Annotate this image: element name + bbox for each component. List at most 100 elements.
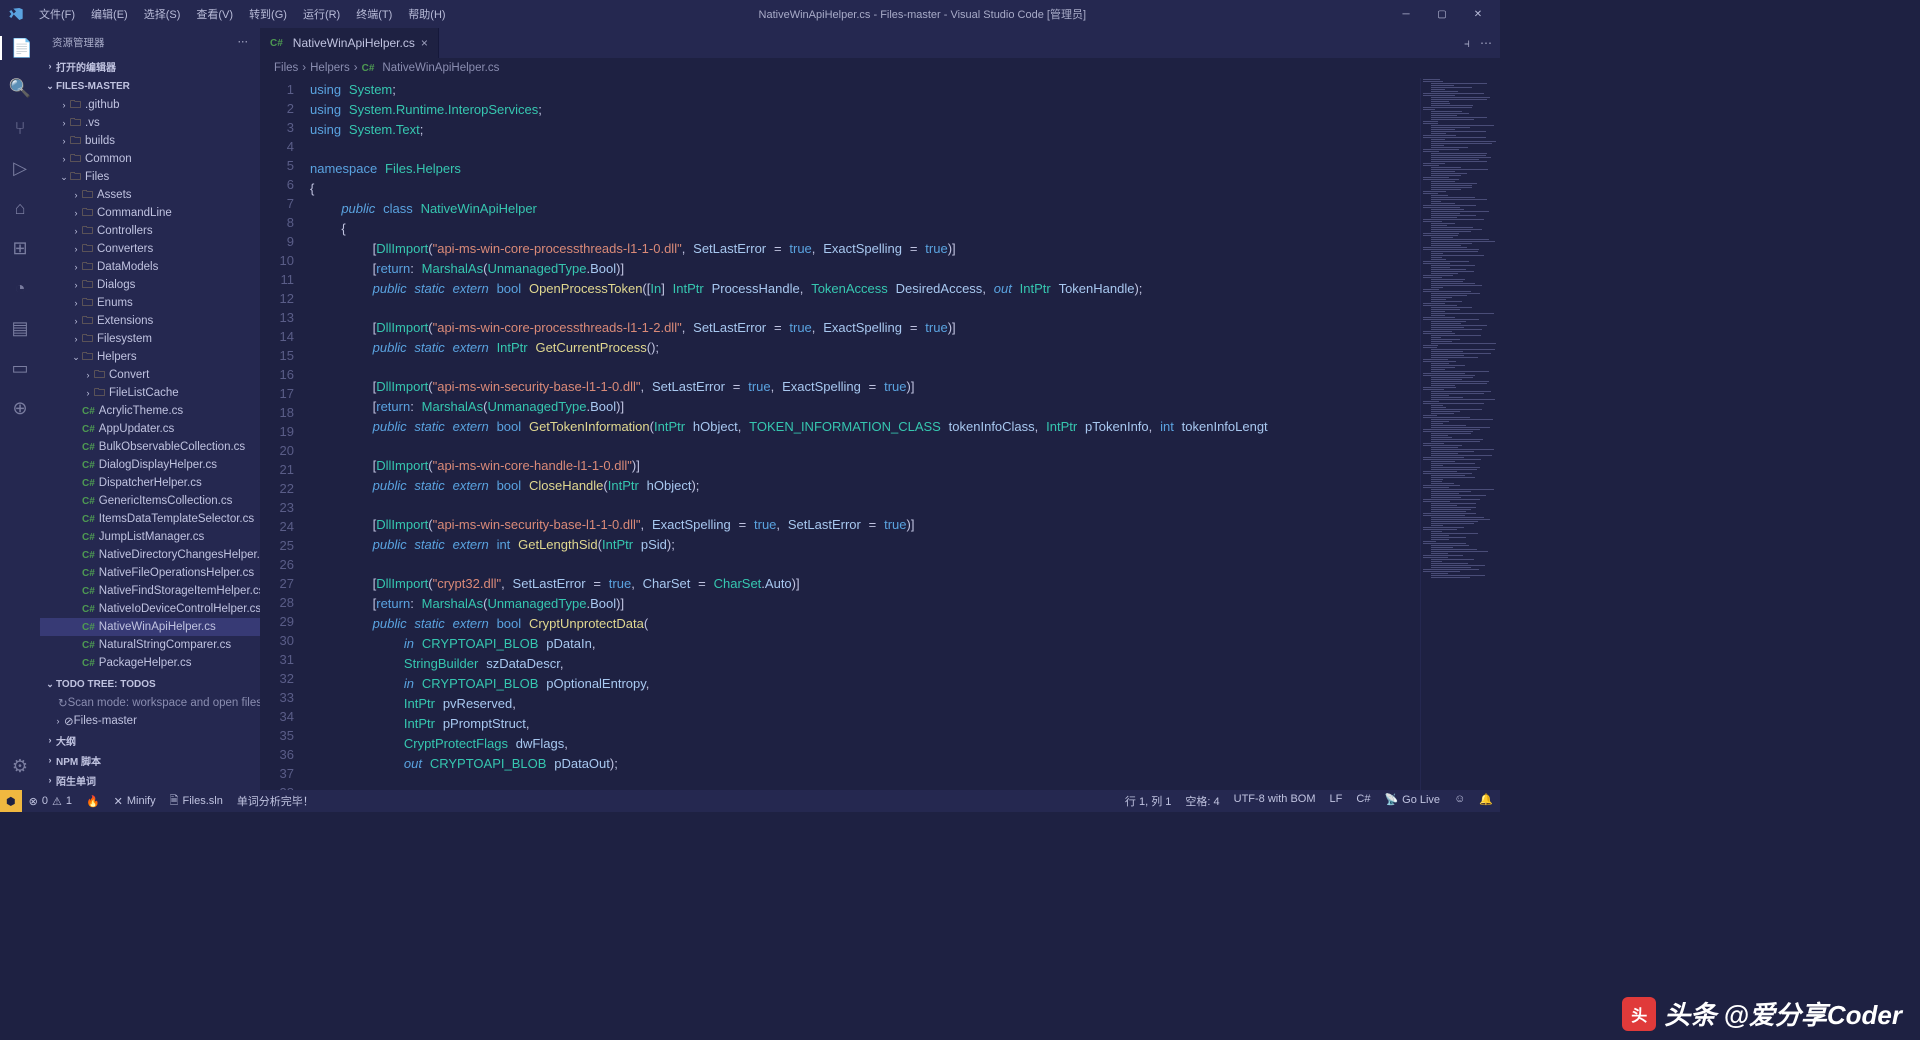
menu-bar: 文件(F)编辑(E)选择(S)查看(V)转到(G)运行(R)终端(T)帮助(H) xyxy=(32,3,453,25)
menu-item[interactable]: 运行(R) xyxy=(296,3,347,25)
folder-item[interactable]: ⌄🗀Files xyxy=(40,168,260,186)
npm-section[interactable]: ›NPM 脚本 xyxy=(40,750,260,770)
status-sln[interactable]: 🗎 Files.sln xyxy=(163,790,230,812)
file-item[interactable]: C#NaturalStringComparer.cs xyxy=(40,636,260,654)
open-editors-section[interactable]: ›打开的编辑器 xyxy=(40,56,260,76)
run-debug-icon[interactable]: ▷ xyxy=(8,156,32,180)
line-numbers: 1234567891011121314151617181920212223242… xyxy=(260,78,310,790)
menu-item[interactable]: 终端(T) xyxy=(349,3,399,25)
explorer-icon[interactable]: 📄 xyxy=(0,36,40,60)
breadcrumb[interactable]: Files › Helpers › C# NativeWinApiHelper.… xyxy=(260,58,1500,78)
test-icon[interactable]: ◔ xyxy=(8,276,32,300)
more-actions-icon[interactable]: ⋯ xyxy=(1480,36,1492,50)
menu-item[interactable]: 选择(S) xyxy=(137,3,188,25)
status-flame[interactable]: 🔥 xyxy=(79,790,107,812)
remote-icon[interactable]: ⌂ xyxy=(8,196,32,220)
minimap[interactable] xyxy=(1420,78,1500,790)
status-language[interactable]: C# xyxy=(1349,793,1377,805)
file-tree: ›🗀.github›🗀.vs›🗀builds›🗀Common⌄🗀Files›🗀A… xyxy=(40,96,260,674)
editor-icon[interactable]: ▤ xyxy=(8,316,32,340)
file-item[interactable]: C#DispatcherHelper.cs xyxy=(40,474,260,492)
vscode-icon xyxy=(8,6,24,22)
folder-item[interactable]: ›🗀Filesystem xyxy=(40,330,260,348)
editor-area: C# NativeWinApiHelper.cs × ⫞ ⋯ Files › H… xyxy=(260,28,1500,790)
status-bell-icon[interactable]: 🔔 xyxy=(1472,793,1500,806)
file-item[interactable]: C#ItemsDataTemplateSelector.cs xyxy=(40,510,260,528)
tab-close-icon[interactable]: × xyxy=(421,36,428,50)
status-spaces[interactable]: 空格: 4 xyxy=(1178,793,1226,809)
folder-item[interactable]: ›🗀FileListCache xyxy=(40,384,260,402)
status-minify[interactable]: ✕ Minify xyxy=(107,790,163,812)
menu-item[interactable]: 编辑(E) xyxy=(84,3,135,25)
minimize-button[interactable]: ─ xyxy=(1392,4,1420,24)
folder-item[interactable]: ›🗀CommandLine xyxy=(40,204,260,222)
tab-label: NativeWinApiHelper.cs xyxy=(293,36,415,50)
file-item[interactable]: C#GenericItemsCollection.cs xyxy=(40,492,260,510)
menu-item[interactable]: 查看(V) xyxy=(189,3,240,25)
menu-item[interactable]: 转到(G) xyxy=(242,3,294,25)
folder-item[interactable]: ›🗀Enums xyxy=(40,294,260,312)
folder-item[interactable]: ›🗀Controllers xyxy=(40,222,260,240)
file-item[interactable]: C#NativeWinApiHelper.cs xyxy=(40,618,260,636)
folder-item[interactable]: ›🗀Convert xyxy=(40,366,260,384)
file-item[interactable]: C#NativeFindStorageItemHelper.cs xyxy=(40,582,260,600)
activity-bar: 📄 🔍 ⑂ ▷ ⌂ ⊞ ◔ ▤ ▭ ⊕ ⚙ xyxy=(0,28,40,790)
file-item[interactable]: C#AppUpdater.cs xyxy=(40,420,260,438)
file-item[interactable]: C#AcrylicTheme.cs xyxy=(40,402,260,420)
menu-item[interactable]: 文件(F) xyxy=(32,3,82,25)
todo-files-master[interactable]: ›⊘ Files-master xyxy=(40,712,260,730)
file-item[interactable]: C#JumpListManager.cs xyxy=(40,528,260,546)
folder-item[interactable]: ›🗀Converters xyxy=(40,240,260,258)
status-eol[interactable]: LF xyxy=(1323,793,1350,805)
folder-item[interactable]: ⌄🗀Helpers xyxy=(40,348,260,366)
file-item[interactable]: C#NativeIoDeviceControlHelper.cs xyxy=(40,600,260,618)
code-content[interactable]: using System; using System.Runtime.Inter… xyxy=(310,78,1420,790)
watermark-logo: 头 xyxy=(1622,997,1656,1031)
file-item[interactable]: C#NativeDirectoryChangesHelper.cs xyxy=(40,546,260,564)
split-editor-icon[interactable]: ⫞ xyxy=(1464,36,1470,51)
source-control-icon[interactable]: ⑂ xyxy=(8,116,32,140)
outline-section[interactable]: ›大纲 xyxy=(40,730,260,750)
status-golive[interactable]: 📡 Go Live xyxy=(1377,793,1447,806)
status-encoding[interactable]: UTF-8 with BOM xyxy=(1227,793,1323,805)
status-feedback-icon[interactable]: ☺ xyxy=(1447,793,1472,805)
window-controls: ─ ▢ ✕ xyxy=(1392,4,1492,24)
tab-nativewinapihelper[interactable]: C# NativeWinApiHelper.cs × xyxy=(260,28,439,58)
code-editor[interactable]: 1234567891011121314151617181920212223242… xyxy=(260,78,1500,790)
status-python[interactable]: ⬢ xyxy=(0,790,22,812)
scan-mode[interactable]: ↻ Scan mode: workspace and open files xyxy=(40,694,260,712)
book-icon[interactable]: ▭ xyxy=(8,356,32,380)
extensions-icon[interactable]: ⊞ xyxy=(8,236,32,260)
search-icon[interactable]: 🔍 xyxy=(8,76,32,100)
folder-item[interactable]: ›🗀DataModels xyxy=(40,258,260,276)
file-item[interactable]: C#BulkObservableCollection.cs xyxy=(40,438,260,456)
folder-item[interactable]: ›🗀.vs xyxy=(40,114,260,132)
file-item[interactable]: C#NativeFileOperationsHelper.cs xyxy=(40,564,260,582)
settings-icon[interactable]: ⚙ xyxy=(8,754,32,778)
status-problems[interactable]: ⊗ 0 ⚠ 1 xyxy=(22,790,79,812)
folder-item[interactable]: ›🗀Extensions xyxy=(40,312,260,330)
file-item[interactable]: C#PackageHelper.cs xyxy=(40,654,260,672)
todo-section[interactable]: ⌄TODO TREE: TODOS xyxy=(40,674,260,694)
folder-item[interactable]: ›🗀Dialogs xyxy=(40,276,260,294)
project-section[interactable]: ⌄FILES-MASTER xyxy=(40,76,260,96)
status-analysis[interactable]: 单词分析完毕！ xyxy=(230,790,321,812)
folder-item[interactable]: ›🗀.github xyxy=(40,96,260,114)
menu-item[interactable]: 帮助(H) xyxy=(401,3,452,25)
close-button[interactable]: ✕ xyxy=(1464,4,1492,24)
watermark: 头 头条 @爱分享Coder xyxy=(1622,995,1902,1032)
folder-item[interactable]: ›🗀builds xyxy=(40,132,260,150)
editor-tabs: C# NativeWinApiHelper.cs × ⫞ ⋯ xyxy=(260,28,1500,58)
title-bar: 文件(F)编辑(E)选择(S)查看(V)转到(G)运行(R)终端(T)帮助(H)… xyxy=(0,0,1500,28)
globe-icon[interactable]: ⊕ xyxy=(8,396,32,420)
folder-item[interactable]: ›🗀Common xyxy=(40,150,260,168)
status-position[interactable]: 行 1, 列 1 xyxy=(1118,793,1178,809)
maximize-button[interactable]: ▢ xyxy=(1428,4,1456,24)
folder-item[interactable]: ›🗀Assets xyxy=(40,186,260,204)
sidebar: 资源管理器 ⋯ ›打开的编辑器 ⌄FILES-MASTER ›🗀.github›… xyxy=(40,28,260,790)
sidebar-title: 资源管理器 xyxy=(52,35,105,50)
more-icon[interactable]: ⋯ xyxy=(238,36,249,48)
file-item[interactable]: C#DialogDisplayHelper.cs xyxy=(40,456,260,474)
csharp-icon: C# xyxy=(362,63,375,74)
unfamiliar-section[interactable]: ›陌生单词 xyxy=(40,770,260,790)
